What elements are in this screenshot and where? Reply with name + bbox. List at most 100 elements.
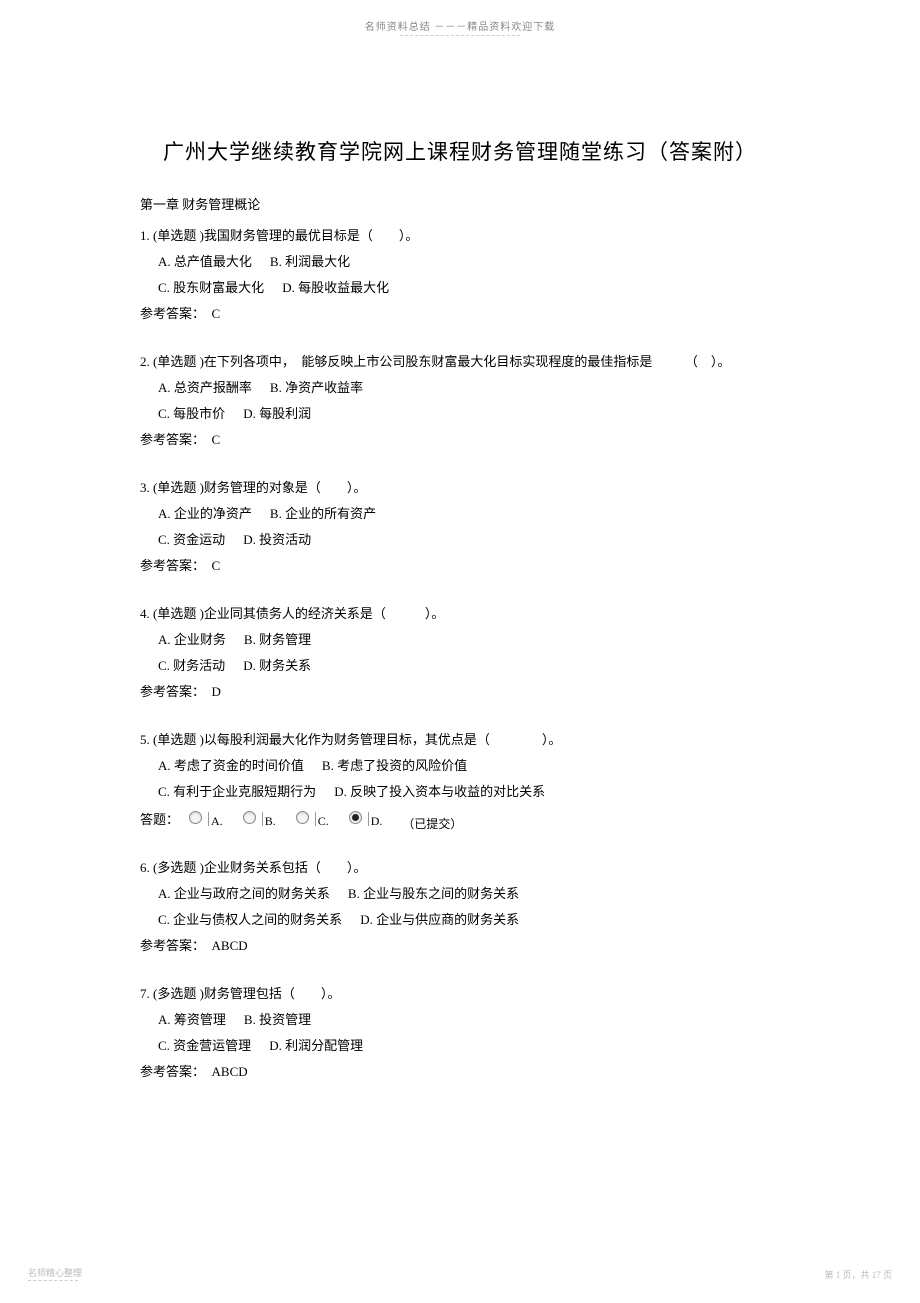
option: B. 投资管理 [244,1007,311,1033]
question-block: 3. (单选题 )财务管理的对象是（ ）。A. 企业的净资产B. 企业的所有资产… [140,475,780,579]
option: D. 每股利润 [243,401,311,427]
option-text: 财务管理 [259,632,311,647]
option-text: 企业财务 [174,632,226,647]
question-type: (单选题 ) [153,480,204,495]
answer-value: C [212,558,221,573]
option-text: 反映了投入资本与收益的对比关系 [350,784,545,799]
option-label: A. [158,380,174,395]
option: B. 财务管理 [244,627,311,653]
question-block: 1. (单选题 )我国财务管理的最优目标是（ ）。A. 总产值最大化B. 利润最… [140,223,780,327]
option-text: 企业与供应商的财务关系 [376,912,519,927]
question-block: 5. (单选题 )以每股利润最大化作为财务管理目标，其优点是（ ）。A. 考虑了… [140,727,780,833]
option-label: C. [158,784,173,799]
option-label: A. [158,506,174,521]
option-text: 股东财富最大化 [173,280,264,295]
reference-answer: 参考答案： D [140,679,780,705]
option-line: A. 企业与政府之间的财务关系B. 企业与股东之间的财务关系 [158,881,780,907]
option-line: A. 考虑了资金的时间价值B. 考虑了投资的风险价值 [158,753,780,779]
question-number: 2. [140,354,153,369]
option: D. 企业与供应商的财务关系 [360,907,519,933]
option-label: C. [158,406,173,421]
page-header: 名师资料总结 －－－精品资料欢迎下载 [0,0,920,36]
question-stem: 5. (单选题 )以每股利润最大化作为财务管理目标，其优点是（ ）。 [140,727,780,753]
question-text: 企业同其债务人的经济关系是（ ）。 [204,606,445,621]
footer-right: 第 1 页，共 17 页 [824,1268,892,1281]
option: A. 企业与政府之间的财务关系 [158,881,330,907]
answer-label: 参考答案： [140,938,212,953]
radio-option[interactable]: A. [189,805,229,829]
option-label: A. [158,632,174,647]
footer-left-text: 名师精心整理 [28,1268,82,1278]
option: B. 净资产收益率 [270,375,363,401]
radio-letter: B. [265,809,276,833]
answer-value: ABCD [212,938,248,953]
question-text: 财务管理的对象是（ ）。 [204,480,367,495]
question-options: A. 企业的净资产B. 企业的所有资产C. 资金运动D. 投资活动 [140,501,780,553]
radio-icon[interactable] [296,811,309,824]
footer-left: 名师精心整理 [28,1266,82,1281]
radio-option[interactable]: B. [243,805,282,829]
option-text: 筹资管理 [174,1012,226,1027]
answer-label: 参考答案： [140,306,212,321]
question-type: (单选题 ) [153,228,204,243]
option-label: B. [270,380,285,395]
submitted-label: （已提交） [402,812,462,836]
radio-icon[interactable] [349,811,362,824]
header-text: 名师资料总结 －－－精品资料欢迎下载 [365,22,556,33]
question-text: 以每股利润最大化作为财务管理目标，其优点是（ ）。 [204,732,562,747]
radio-icon[interactable] [189,811,202,824]
radio-letter: C. [318,809,329,833]
radio-option[interactable]: C. [296,805,335,829]
option-text: 每股市价 [173,406,225,421]
reference-answer: 参考答案： ABCD [140,933,780,959]
question-type: (单选题 ) [153,732,204,747]
question-text: 我国财务管理的最优目标是（ ）。 [204,228,419,243]
question-block: 4. (单选题 )企业同其债务人的经济关系是（ ）。A. 企业财务B. 财务管理… [140,601,780,705]
option-label: C. [158,1038,173,1053]
option: B. 企业的所有资产 [270,501,376,527]
question-text: 企业财务关系包括（ ）。 [204,860,367,875]
option-label: D. [282,280,298,295]
question-options: A. 企业与政府之间的财务关系B. 企业与股东之间的财务关系C. 企业与债权人之… [140,881,780,933]
answer-label: 参考答案： [140,684,212,699]
option-label: B. [270,254,285,269]
answer-value: C [212,432,221,447]
option-text: 财务关系 [259,658,311,673]
option-line: C. 资金营运管理D. 利润分配管理 [158,1033,780,1059]
question-options: A. 总资产报酬率 B. 净资产收益率 C. 每股市价 D. 每股利润 [140,375,780,427]
option-text: 总产值最大化 [174,254,252,269]
option: D. 利润分配管理 [269,1033,363,1059]
question-options: A. 考虑了资金的时间价值B. 考虑了投资的风险价值C. 有利于企业克服短期行为… [140,753,780,805]
question-block: 7. (多选题 )财务管理包括（ ）。A. 筹资管理B. 投资管理C. 资金营运… [140,981,780,1085]
option-text: 资金运动 [173,532,225,547]
option-label: D. [334,784,350,799]
option: C. 每股市价 [158,401,225,427]
radio-icon[interactable] [243,811,256,824]
answer-radio-row: 答题：A.B.C.D.（已提交） [140,805,780,833]
option-text: 每股利润 [259,406,311,421]
radio-option[interactable]: D. [349,805,389,829]
option-line: C. 资金运动D. 投资活动 [158,527,780,553]
radio-divider [208,812,209,826]
option-text: 财务活动 [173,658,225,673]
page-title: 广州大学继续教育学院网上课程财务管理随堂练习（答案附） [140,136,780,166]
answer-label: 参考答案： [140,1064,212,1079]
option-text: 企业与债权人之间的财务关系 [173,912,342,927]
option-text: 企业与股东之间的财务关系 [363,886,519,901]
question-number: 1. [140,228,153,243]
option: A. 总资产报酬率 [158,375,252,401]
option-text: 投资管理 [259,1012,311,1027]
option-line: C. 财务活动D. 财务关系 [158,653,780,679]
option-label: A. [158,1012,174,1027]
option-line: A. 总产值最大化B. 利润最大化 [158,249,780,275]
question-number: 4. [140,606,153,621]
option: A. 总产值最大化 [158,249,252,275]
answer-label: 参考答案： [140,432,212,447]
radio-letter: A. [211,809,223,833]
question-stem: 1. (单选题 )我国财务管理的最优目标是（ ）。 [140,223,780,249]
option-label: A. [158,886,174,901]
reference-answer: 参考答案： C [140,301,780,327]
answer-label: 参考答案： [140,558,212,573]
option: C. 股东财富最大化 [158,275,264,301]
option: D. 投资活动 [243,527,311,553]
